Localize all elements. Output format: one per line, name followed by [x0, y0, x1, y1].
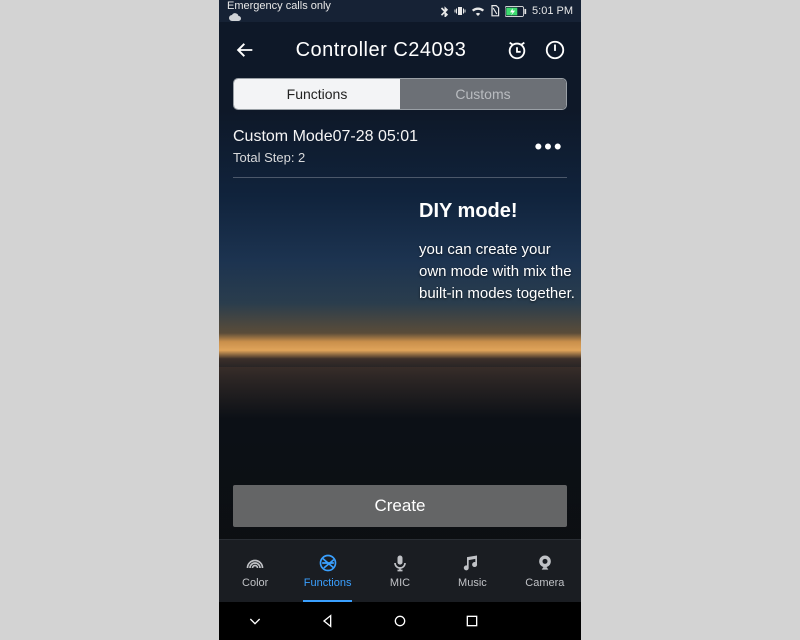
mode-list: Custom Mode07-28 05:01 Total Step: 2 ••• [219, 110, 581, 178]
microphone-icon [390, 553, 410, 573]
android-back[interactable] [308, 610, 348, 632]
back-button[interactable] [233, 38, 257, 62]
bluetooth-icon [440, 5, 449, 17]
status-time: 5:01 PM [532, 5, 573, 17]
nav-label: Music [458, 577, 487, 589]
circle-home-icon [392, 613, 408, 629]
sim-icon [490, 5, 500, 17]
hint-title: DIY mode! [419, 200, 581, 223]
nav-label: Color [242, 577, 268, 589]
battery-icon [505, 6, 527, 17]
nav-functions[interactable]: Functions [291, 540, 363, 602]
music-note-icon [462, 553, 482, 573]
android-recent[interactable] [452, 610, 492, 632]
hint-overlay: DIY mode! you can create your own mode w… [219, 178, 581, 304]
chevron-down-icon [247, 613, 263, 629]
status-left: Emergency calls only [227, 0, 331, 22]
sphere-icon [318, 553, 338, 573]
alarm-clock-icon [506, 39, 528, 61]
status-network-text: Emergency calls only [227, 0, 331, 12]
vibrate-icon [454, 5, 466, 17]
status-bar: Emergency calls only 5:01 PM [219, 0, 581, 22]
tab-functions[interactable]: Functions [234, 79, 400, 109]
page-title: Controller C24093 [271, 39, 491, 62]
app-bar: Controller C24093 [219, 22, 581, 78]
nav-music[interactable]: Music [436, 540, 508, 602]
mode-subtitle: Total Step: 2 [233, 150, 521, 165]
tab-customs[interactable]: Customs [400, 79, 566, 109]
nav-label: Functions [304, 577, 352, 589]
square-recent-icon [464, 613, 480, 629]
nav-label: Camera [525, 577, 564, 589]
bottom-nav: Color Functions MIC Music Camera [219, 539, 581, 602]
more-button[interactable]: ••• [531, 134, 567, 160]
create-button[interactable]: Create [233, 485, 567, 527]
hint-body: you can create your own mode with mix th… [419, 239, 581, 304]
list-item[interactable]: Custom Mode07-28 05:01 Total Step: 2 ••• [233, 128, 567, 165]
arrow-left-icon [234, 39, 256, 61]
nav-caret[interactable] [235, 610, 275, 632]
android-nav-bar [219, 602, 581, 640]
power-icon [544, 39, 566, 61]
content-area: Custom Mode07-28 05:01 Total Step: 2 •••… [219, 110, 581, 539]
nav-camera[interactable]: Camera [509, 540, 581, 602]
wifi-icon [471, 6, 485, 16]
rainbow-icon [245, 553, 265, 573]
nav-mic[interactable]: MIC [364, 540, 436, 602]
timer-button[interactable] [505, 38, 529, 62]
triangle-back-icon [320, 613, 336, 629]
cloud-icon [229, 12, 241, 22]
mode-name: Custom Mode07-28 05:01 [233, 128, 521, 146]
android-home[interactable] [380, 610, 420, 632]
power-button[interactable] [543, 38, 567, 62]
phone-frame: Emergency calls only 5:01 PM Controller … [219, 0, 581, 640]
tab-bar: Functions Customs [219, 78, 581, 110]
nav-color[interactable]: Color [219, 540, 291, 602]
nav-label: MIC [390, 577, 410, 589]
webcam-icon [535, 553, 555, 573]
